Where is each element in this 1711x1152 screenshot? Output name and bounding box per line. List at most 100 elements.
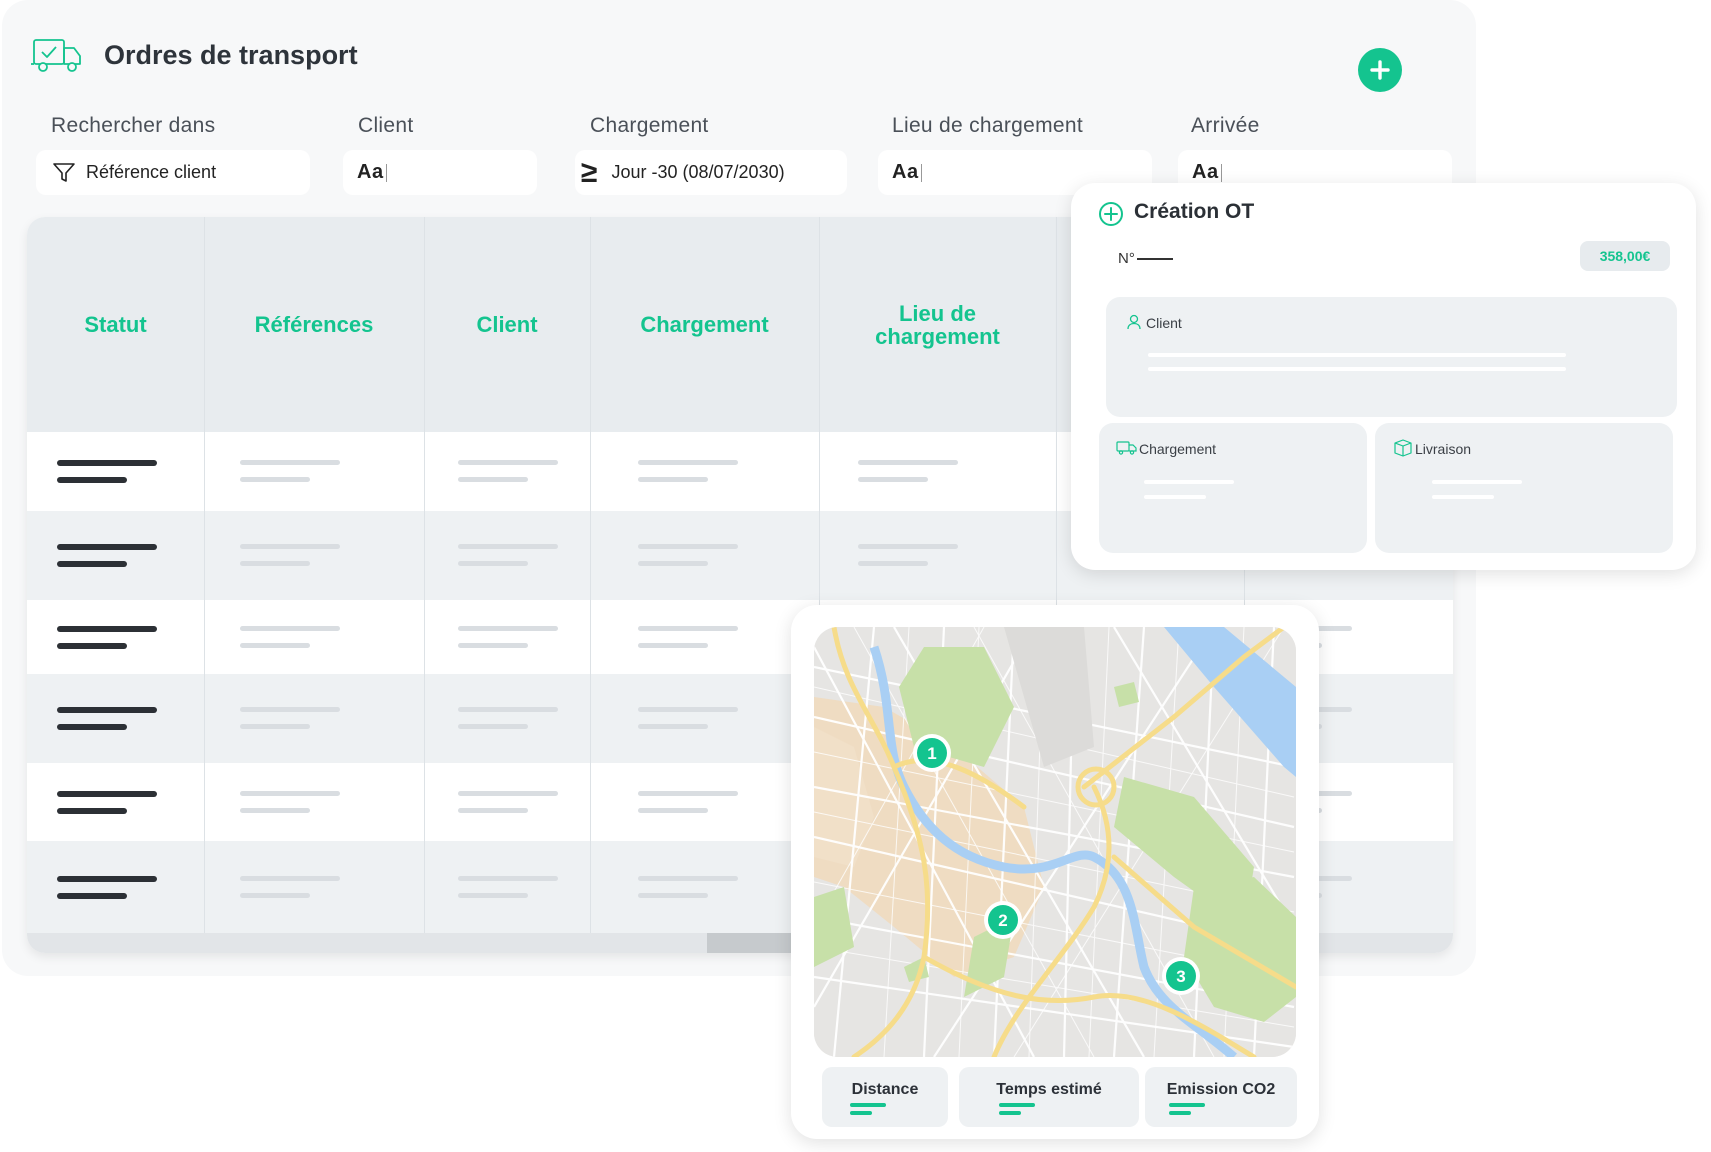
co2-emission-stat: Emission CO2 [1145, 1067, 1297, 1127]
cell-placeholder-bar [458, 643, 528, 648]
filter-label-loading: Chargement [590, 114, 709, 137]
stat-value-placeholder [1169, 1103, 1205, 1107]
stat-value-placeholder [850, 1103, 886, 1107]
cell-placeholder-bar [240, 643, 310, 648]
cell-placeholder-bar [57, 893, 127, 899]
order-number-field[interactable]: N° [1118, 250, 1173, 267]
price-badge: 358,00€ [1580, 241, 1670, 271]
cell-placeholder-bar [240, 544, 340, 549]
column-header-references[interactable]: Références [204, 217, 424, 432]
stat-value-placeholder [999, 1111, 1021, 1115]
estimated-time-label: Temps estimé [996, 1081, 1102, 1098]
add-order-button[interactable] [1358, 48, 1402, 92]
map-marker-2[interactable]: 2 [984, 901, 1022, 939]
co2-emission-label: Emission CO2 [1166, 1081, 1276, 1098]
text-cursor [1220, 163, 1222, 182]
loading-date-filter[interactable]: ≥ Jour -30 (08/07/2030) [575, 150, 847, 195]
placeholder-line [1432, 480, 1522, 484]
cell-placeholder-bar [638, 724, 708, 729]
route-map-card: 1 2 3 Distance Temps estimé Emission CO2 [791, 605, 1319, 1139]
stat-value-placeholder [1169, 1111, 1191, 1115]
user-icon [1127, 314, 1141, 330]
page-title: Ordres de transport [104, 39, 358, 70]
map-marker-1[interactable]: 1 [913, 734, 951, 772]
cell-placeholder-bar [240, 477, 310, 482]
filter-label-client: Client [358, 114, 414, 137]
client-section-label: Client [1146, 315, 1182, 331]
cell-placeholder-bar [638, 561, 708, 566]
loading-section-label: Chargement [1139, 441, 1217, 457]
cell-placeholder-bar [57, 626, 157, 632]
column-header-client[interactable]: Client [424, 217, 590, 432]
filter-label-arrival: Arrivée [1191, 114, 1260, 137]
creation-ot-title: Création OT [1134, 200, 1255, 223]
cell-placeholder-bar [638, 791, 738, 796]
text-cursor [920, 163, 922, 182]
cell-placeholder-bar [240, 460, 340, 465]
svg-text:2: 2 [998, 911, 1007, 930]
creation-ot-card: Création OT N° 358,00€ Client Chargement [1071, 183, 1696, 570]
truck-icon [1116, 441, 1137, 455]
estimated-time-stat: Temps estimé [959, 1067, 1139, 1127]
cell-placeholder-bar [458, 808, 528, 813]
cell-placeholder-bar [638, 808, 708, 813]
placeholder-line [1144, 480, 1234, 484]
cell-placeholder-bar [57, 460, 157, 466]
search-in-select[interactable]: Référence client [36, 150, 310, 195]
plus-circle-icon [1099, 202, 1123, 226]
order-number-blank [1136, 258, 1173, 261]
cell-placeholder-bar [240, 808, 310, 813]
cell-placeholder-bar [240, 707, 340, 712]
loading-place-placeholder: Aa [892, 161, 919, 183]
cell-placeholder-bar [57, 808, 127, 814]
column-header-loading[interactable]: Chargement [590, 217, 819, 432]
cell-placeholder-bar [458, 460, 558, 465]
placeholder-line [1144, 495, 1206, 499]
truck-check-icon [31, 39, 81, 72]
cell-placeholder-bar [458, 477, 528, 482]
cell-placeholder-bar [638, 707, 738, 712]
loading-date-value: Jour -30 (08/07/2030) [611, 162, 785, 182]
cell-placeholder-bar [458, 544, 558, 549]
greater-equal-icon: ≥ [581, 155, 598, 189]
cell-placeholder-bar [458, 791, 558, 796]
filter-icon [53, 162, 75, 182]
cell-placeholder-bar [458, 626, 558, 631]
loading-section[interactable]: Chargement [1099, 423, 1367, 553]
filter-label-search: Rechercher dans [51, 114, 216, 137]
cell-placeholder-bar [638, 643, 708, 648]
map-marker-3[interactable]: 3 [1162, 957, 1200, 995]
cell-placeholder-bar [638, 893, 708, 898]
column-header-loading-place[interactable]: Lieu de chargement [819, 217, 1056, 432]
column-header-status[interactable]: Statut [27, 217, 204, 432]
filter-label-loading-place: Lieu de chargement [892, 114, 1084, 137]
page-header: Ordres de transport [30, 36, 358, 74]
placeholder-line [1432, 495, 1494, 499]
search-in-value: Référence client [86, 162, 217, 182]
placeholder-line [1148, 353, 1566, 357]
cell-placeholder-bar [57, 477, 127, 483]
delivery-section[interactable]: Livraison [1375, 423, 1673, 553]
cell-placeholder-bar [638, 876, 738, 881]
client-filter-input[interactable]: Aa [343, 150, 537, 195]
cell-placeholder-bar [240, 791, 340, 796]
cell-placeholder-bar [57, 791, 157, 797]
route-map[interactable]: 1 2 3 [814, 627, 1296, 1057]
client-filter-placeholder: Aa [357, 161, 384, 183]
cell-placeholder-bar [57, 544, 157, 550]
svg-text:3: 3 [1176, 967, 1185, 986]
cell-placeholder-bar [858, 460, 958, 465]
plus-icon [1370, 60, 1390, 80]
order-number-label: N° [1118, 250, 1135, 267]
client-section[interactable]: Client [1106, 297, 1677, 417]
distance-label: Distance [851, 1081, 919, 1098]
svg-text:1: 1 [927, 744, 936, 763]
text-cursor [385, 163, 387, 182]
cell-placeholder-bar [57, 643, 127, 649]
cell-placeholder-bar [240, 876, 340, 881]
cell-placeholder-bar [638, 626, 738, 631]
cell-placeholder-bar [57, 707, 157, 713]
cell-placeholder-bar [458, 561, 528, 566]
cell-placeholder-bar [240, 724, 310, 729]
package-icon [1394, 439, 1412, 457]
